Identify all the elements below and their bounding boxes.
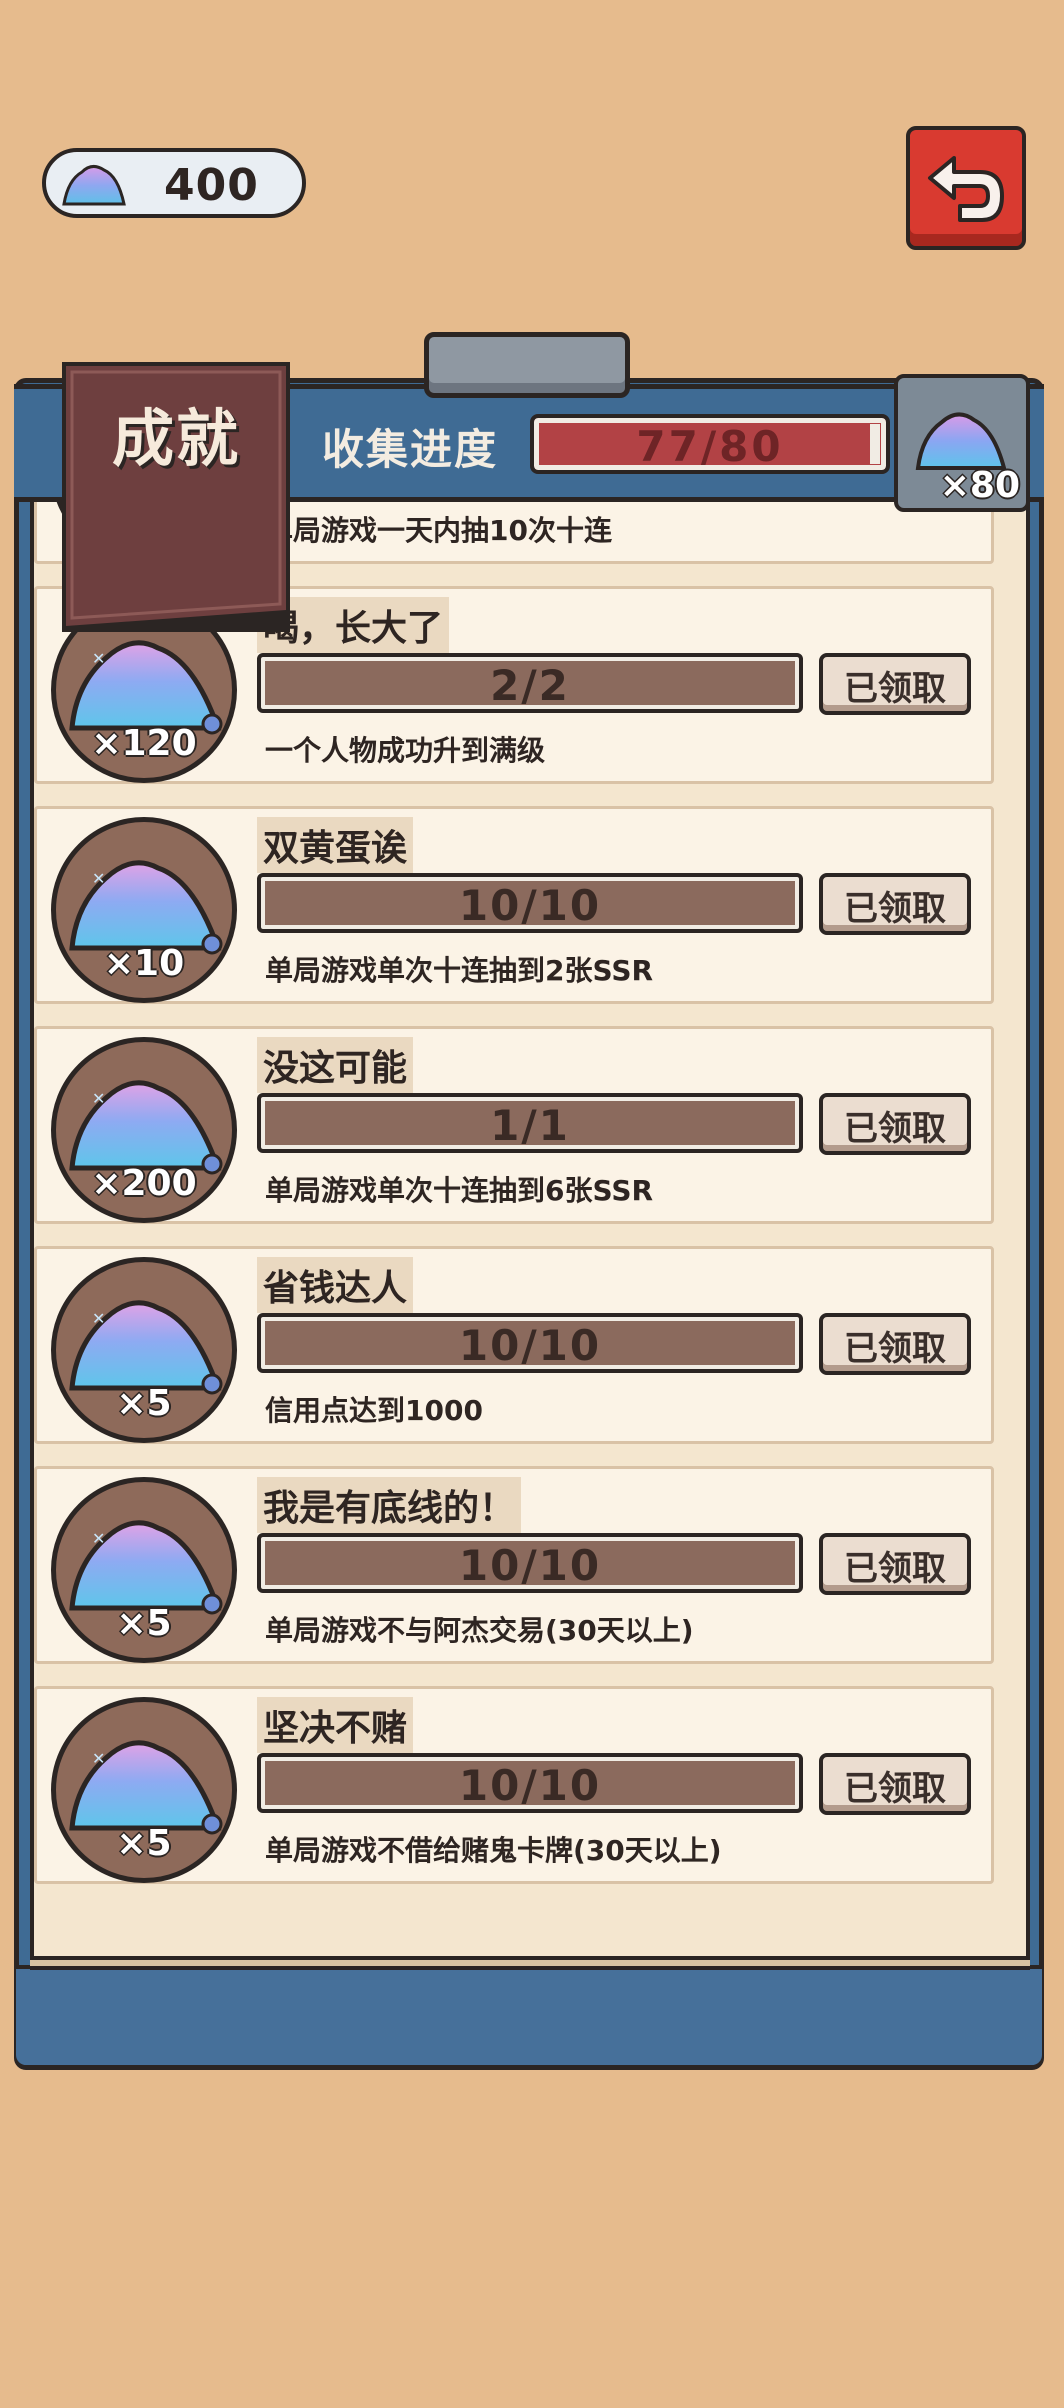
achievement-list[interactable]: ✕10/10已领取单局游戏一天内抽10次十连✕×120喝，长大了2/2已领取一个…: [34, 502, 1030, 1958]
claimed-button[interactable]: 已领取: [819, 653, 971, 715]
claimed-button[interactable]: 已领取: [819, 1753, 971, 1815]
achievement-title: 我是有底线的！: [257, 1477, 522, 1533]
board-clip: [424, 332, 630, 398]
achievements-screen: 400 ✕10/10已领取单局游戏一天内抽10次十连✕×120喝，长大了2/2已…: [0, 0, 1064, 2408]
achievement-progress-text: 10/10: [458, 1541, 602, 1590]
reward-quantity: ×120: [91, 723, 197, 764]
reward-badge: ✕ ×200: [51, 1037, 237, 1223]
achievement-card: ✕ ×200 没这可能 1/1 已领取单局游戏单次十连抽到6张SSR: [34, 1026, 994, 1224]
collection-reward-count: ×80: [939, 465, 1020, 506]
svg-text:✕: ✕: [92, 1089, 105, 1108]
claimed-button[interactable]: 已领取: [819, 873, 971, 935]
achievement-description: 单局游戏单次十连抽到2张SSR: [265, 954, 654, 987]
reward-badge: ✕ ×5: [51, 1477, 237, 1663]
achievement-title: 双黄蛋诶: [257, 817, 414, 873]
achievement-description: 单局游戏单次十连抽到6张SSR: [265, 1174, 654, 1207]
achievement-progress-bar: 10/10: [257, 1533, 803, 1593]
achievement-progress-bar: 1/1: [257, 1093, 803, 1153]
reward-quantity: ×10: [103, 943, 185, 984]
claimed-button[interactable]: 已领取: [819, 1093, 971, 1155]
achievement-progress-bar: 10/10: [257, 873, 803, 933]
reward-badge: ✕ ×5: [51, 1697, 237, 1883]
claimed-button[interactable]: 已领取: [819, 1313, 971, 1375]
achievement-progress-text: 2/2: [490, 661, 570, 710]
achievement-card: ✕ ×5 我是有底线的！ 10/10 已领取单局游戏不与阿杰交易(30天以上): [34, 1466, 994, 1664]
collection-progress-text: 77/80: [636, 422, 784, 471]
achievement-description: 单局游戏不借给赌鬼卡牌(30天以上): [265, 1834, 722, 1867]
svg-text:✕: ✕: [92, 869, 105, 888]
reward-quantity: ×200: [91, 1163, 197, 1204]
svg-text:✕: ✕: [92, 649, 105, 668]
achievement-title: 坚决不赌: [257, 1697, 414, 1753]
currency-display: 400: [42, 148, 306, 218]
currency-amount: 400: [164, 160, 259, 211]
collection-progress-label: 收集进度: [322, 425, 499, 474]
achievement-card: ✕ ×10 双黄蛋诶 10/10 已领取单局游戏单次十连抽到2张SSR: [34, 806, 994, 1004]
achievement-description: 信用点达到1000: [265, 1394, 483, 1427]
svg-text:✕: ✕: [92, 1529, 105, 1548]
gem-icon: [62, 165, 126, 206]
achievement-progress-text: 10/10: [458, 1321, 602, 1370]
back-arrow-icon: [928, 156, 1004, 222]
achievement-progress-bar: 10/10: [257, 1313, 803, 1373]
reward-quantity: ×5: [116, 1383, 172, 1424]
achievement-progress-text: 1/1: [490, 1101, 570, 1150]
collection-progress-bar: 77/80: [530, 414, 890, 474]
achievement-progress-text: 10/10: [458, 881, 602, 930]
achievement-title: 省钱达人: [257, 1257, 414, 1313]
reward-badge: ✕ ×10: [51, 817, 237, 1003]
collection-reward-box[interactable]: ×80: [894, 374, 1030, 512]
achievement-title: 没这可能: [257, 1037, 414, 1093]
reward-quantity: ×5: [116, 1823, 172, 1864]
board-bottom-edge: [16, 1965, 1042, 2065]
svg-text:✕: ✕: [92, 1309, 105, 1328]
achievement-progress-bar: 2/2: [257, 653, 803, 713]
back-button[interactable]: [906, 126, 1026, 250]
achievement-progress-text: 10/10: [458, 1761, 602, 1810]
page-title: 成就: [111, 402, 240, 475]
achievement-description: 一个人物成功升到满级: [265, 734, 546, 767]
claimed-button[interactable]: 已领取: [819, 1533, 971, 1595]
achievement-description: 单局游戏一天内抽10次十连: [265, 514, 612, 547]
achievement-card: ✕ ×5 坚决不赌 10/10 已领取单局游戏不借给赌鬼卡牌(30天以上): [34, 1686, 994, 1884]
achievement-progress-bar: 10/10: [257, 1753, 803, 1813]
svg-text:✕: ✕: [92, 1749, 105, 1768]
achievement-card: ✕ ×5 省钱达人 10/10 已领取信用点达到1000: [34, 1246, 994, 1444]
achievement-description: 单局游戏不与阿杰交易(30天以上): [265, 1614, 694, 1647]
reward-badge: ✕ ×5: [51, 1257, 237, 1443]
reward-quantity: ×5: [116, 1603, 172, 1644]
